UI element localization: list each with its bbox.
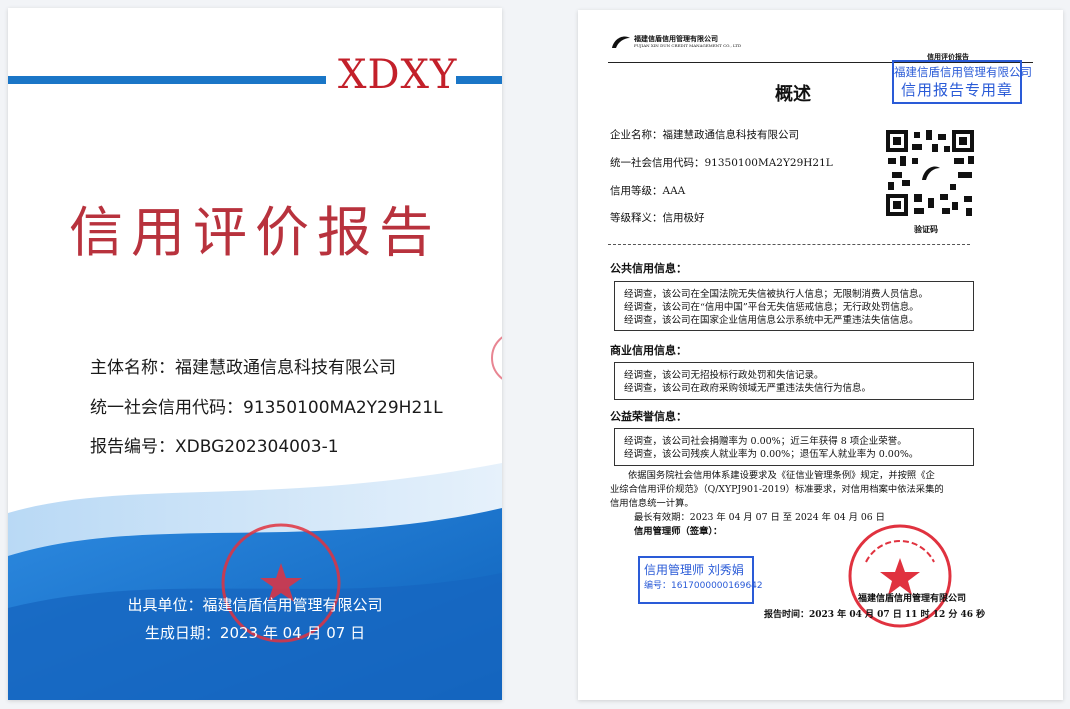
basis-paragraph-line: 依据国务院社会信用体系建设要求及《征信业管理条例》规定，并按照《企 [628, 470, 935, 481]
section-public-credit-title: 公共信用信息： [610, 262, 687, 275]
section-public-welfare-title: 公益荣誉信息： [610, 410, 687, 423]
qr-caption: 验证码 [914, 224, 938, 234]
report-cover: XDXY 信用评价报告 主体名称：福建慧政通信息科技有限公司 统一社会信用代码：… [8, 8, 502, 700]
business-credit-line: 经调查，该公司在政府采购领域无严重违法失信行为信息。 [624, 383, 872, 394]
public-welfare-line: 经调查，该公司社会捐赠率为 0.00%；近三年获得 8 项企业荣誉。 [624, 436, 907, 447]
validity-period: 最长有效期：2023 年 04 月 07 日 至 2024 年 04 月 06 … [634, 512, 885, 523]
report-seal-blue: 福建信盾信用管理有限公司 信用报告专用章 [892, 60, 1032, 104]
footer-company: 福建信盾信用管理有限公司 [858, 594, 967, 604]
cover-date: 生成日期：2023 年 04 月 07 日 [144, 624, 366, 642]
report-time: 报告时间：2023 年 04 月 07 日 11 时 12 分 46 秒 [764, 610, 986, 620]
field-company-name: 企业名称：福建慧政通信息科技有限公司 [610, 129, 799, 141]
business-credit-line: 经调查，该公司无招投标行政处罚和失信记录。 [624, 370, 824, 381]
public-welfare-line: 经调查，该公司残疾人就业率为 0.00%；退伍军人就业率为 0.00%。 [624, 449, 919, 460]
field-grade-meaning: 等级释义：信用极好 [610, 212, 705, 224]
basis-paragraph-line: 信用信息统一计算。 [610, 498, 694, 509]
report-summary-page: 福建信盾信用管理有限公司 FUJIAN XIN DUN CREDIT MANAG… [578, 10, 1063, 700]
credit-manager-stamp: 信用管理师 刘秀娟 编号：1617000000169642 [638, 556, 763, 604]
public-credit-line: 经调查，该公司在“信用中国”平台无失信惩戒信息；无行政处罚信息。 [624, 302, 919, 313]
verification-qr-code [884, 128, 976, 218]
public-credit-line: 经调查，该公司在全国法院无失信被执行人信息；无限制消费人员信息。 [624, 289, 929, 300]
field-credit-grade: 信用等级：AAA [610, 185, 686, 197]
section-business-credit-title: 商业信用信息： [610, 344, 687, 357]
cover-issuer: 出具单位：福建信盾信用管理有限公司 [127, 596, 383, 614]
public-credit-line: 经调查，该公司在国家企业信用信息公示系统中无严重违法失信信息。 [624, 315, 919, 326]
company-logo-icon [612, 36, 630, 48]
dashed-divider [608, 244, 970, 245]
credit-manager-label: 信用管理师（签章）： [634, 526, 723, 537]
page-heading: 概述 [775, 84, 811, 105]
header-company-en: FUJIAN XIN DUN CREDIT MANAGEMENT CO., LT… [634, 43, 742, 48]
field-credit-code: 统一社会信用代码：91350100MA2Y29H21L [610, 157, 833, 169]
basis-paragraph-line: 业综合信用评价规范》（Q/XYPJ901-2019）标准要求，对信用档案中依法采… [610, 484, 944, 495]
